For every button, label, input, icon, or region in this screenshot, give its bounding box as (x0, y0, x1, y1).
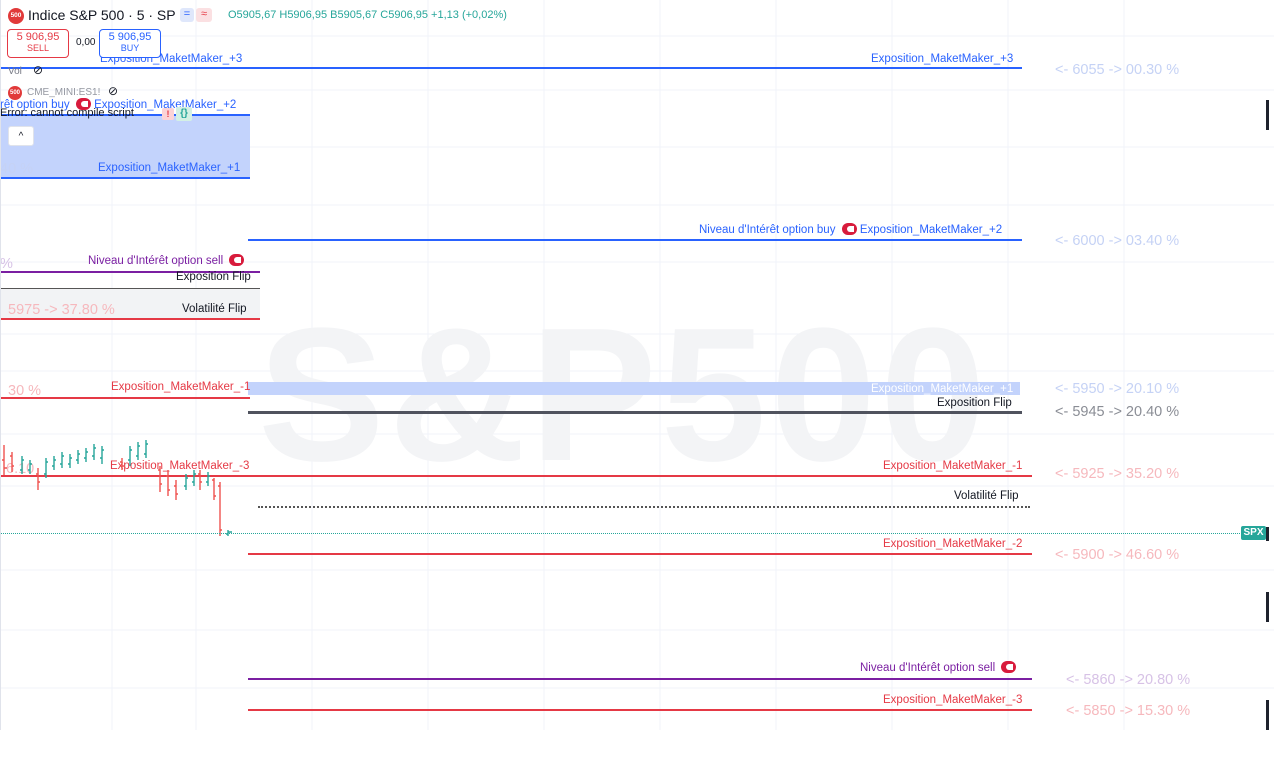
left-pct-vol-flip: 5975 -> 37.80 % (8, 302, 115, 318)
eye-hidden-icon[interactable]: ⊘ (33, 63, 43, 77)
right-line-mm-minus1 (248, 475, 1032, 477)
price-level-label: <- 5950 -> 20.10 % (1055, 381, 1180, 397)
left-label-expo-flip: Exposition Flip (176, 271, 251, 283)
price-level-label: <- 6055 -> 00.30 % (1055, 62, 1180, 78)
right-label-option-buy: Niveau d'Intérêt option buy (699, 224, 836, 236)
left-pct-plus1: 40 % (0, 161, 34, 177)
left-line-vol-flip (0, 318, 260, 320)
right-label-mm-minus2: Exposition_MaketMaker_-2 (883, 538, 1023, 550)
approx-icon[interactable]: ≈ (196, 8, 212, 22)
symbol-title[interactable]: Indice S&P 500 · 5 · SP (28, 7, 176, 23)
error-message: Error: cannot compile script (0, 107, 134, 119)
sell-button[interactable]: 5 906,95 SELL (7, 29, 69, 58)
right-line-mm-minus2 (248, 553, 1032, 555)
spread-value: 0,00 (76, 37, 96, 48)
left-pct-purple: % (0, 256, 13, 272)
right-label-mm-minus3: Exposition_MaketMaker_-3 (883, 694, 1023, 706)
equal-icon[interactable]: = (180, 8, 194, 22)
magnet-icon (229, 254, 245, 266)
left-label-option-sell-text: Niveau d'Intérêt option sell (88, 255, 224, 267)
scroll-marker (1266, 700, 1269, 730)
sell-price: 5 906,95 (16, 31, 60, 43)
symbol-logo-icon: 500 (8, 8, 24, 24)
scroll-marker (1266, 100, 1269, 130)
price-level-label: <- 5850 -> 15.30 % (1066, 703, 1191, 719)
price-level-label: <- 5925 -> 35.20 % (1055, 466, 1180, 482)
ohlc-values: O5905,67 H5906,95 B5905,67 C5906,95 +1,1… (228, 9, 507, 21)
buy-button[interactable]: 5 906,95 BUY (99, 29, 161, 58)
buy-label: BUY (120, 43, 140, 53)
scroll-marker (1266, 592, 1269, 622)
right-line-mm-minus3 (248, 709, 1032, 711)
right-label-mm-plus3: Exposition_MaketMaker_+3 (871, 53, 1014, 65)
last-price-line (0, 533, 1240, 534)
left-label-mm-plus1: Exposition_MaketMaker_+1 (98, 162, 241, 174)
eye-hidden-icon[interactable]: ⊘ (108, 84, 118, 98)
right-line-mm-plus2 (248, 239, 1022, 241)
chart-left-border (0, 0, 1, 730)
left-pct-minus1: 30 % (8, 383, 42, 399)
left-line-mm-plus3 (0, 67, 1022, 69)
left-label-vol-flip: Volatilité Flip (182, 303, 247, 315)
magnet-icon (841, 223, 857, 235)
right-line-vol-flip (258, 506, 1030, 508)
left-label-mm-minus1: Exposition_MaketMaker_-1 (111, 381, 251, 393)
right-line-option-sell (248, 678, 1032, 680)
right-label-option-sell-text: Niveau d'Intérêt option sell (860, 662, 996, 674)
error-warning-icon[interactable]: ! (162, 108, 174, 120)
right-label-mm-plus2-text: Exposition_MaketMaker_+2 (859, 224, 1003, 236)
sell-label: SELL (26, 43, 50, 53)
error-text: Error: cannot compile script (0, 107, 134, 119)
chevron-up-icon: ^ (18, 131, 24, 142)
scroll-marker (1266, 527, 1269, 541)
price-level-label: <- 6000 -> 03.40 % (1055, 233, 1180, 249)
right-label-expo-flip: Exposition Flip (937, 397, 1012, 409)
right-label-option-sell: Niveau d'Intérêt option sell (860, 661, 1017, 675)
price-level-label: <- 5900 -> 46.60 % (1055, 547, 1180, 563)
magnet-icon (1001, 661, 1017, 673)
right-line-expo-flip (248, 411, 1022, 414)
cme-symbol-label[interactable]: CME_MINI:ES1! (27, 87, 100, 98)
volume-indicator-label[interactable]: Vol (8, 66, 22, 77)
chart-pane[interactable]: S&P500 Exposition_MaketMaker_+3 rêt opti… (0, 0, 1274, 730)
right-label-vol-flip: Volatilité Flip (954, 490, 1019, 502)
spx-axis-tag: SPX (1241, 526, 1266, 540)
buy-price: 5 906,95 (108, 31, 152, 43)
collapse-legend-button[interactable]: ^ (8, 126, 34, 146)
right-label-mm-plus1: Exposition_MaketMaker_+1 (871, 383, 1014, 395)
left-line-mm-plus1 (0, 177, 250, 179)
bottom-strip (0, 730, 1274, 758)
code-icon[interactable]: {} (176, 107, 192, 121)
candles (2, 440, 232, 536)
price-level-label: <- 5945 -> 20.40 % (1055, 404, 1180, 420)
price-level-label: <- 5860 -> 20.80 % (1066, 672, 1191, 688)
right-label-mm-minus1: Exposition_MaketMaker_-1 (883, 460, 1023, 472)
left-label-option-sell: Niveau d'Intérêt option sell (88, 254, 245, 268)
left-line-expo-flip (0, 288, 260, 289)
cme-logo-icon: 500 (8, 86, 22, 100)
right-label-mm-plus2: Niveau d'Intérêt option buy Exposition_M… (699, 223, 1002, 237)
